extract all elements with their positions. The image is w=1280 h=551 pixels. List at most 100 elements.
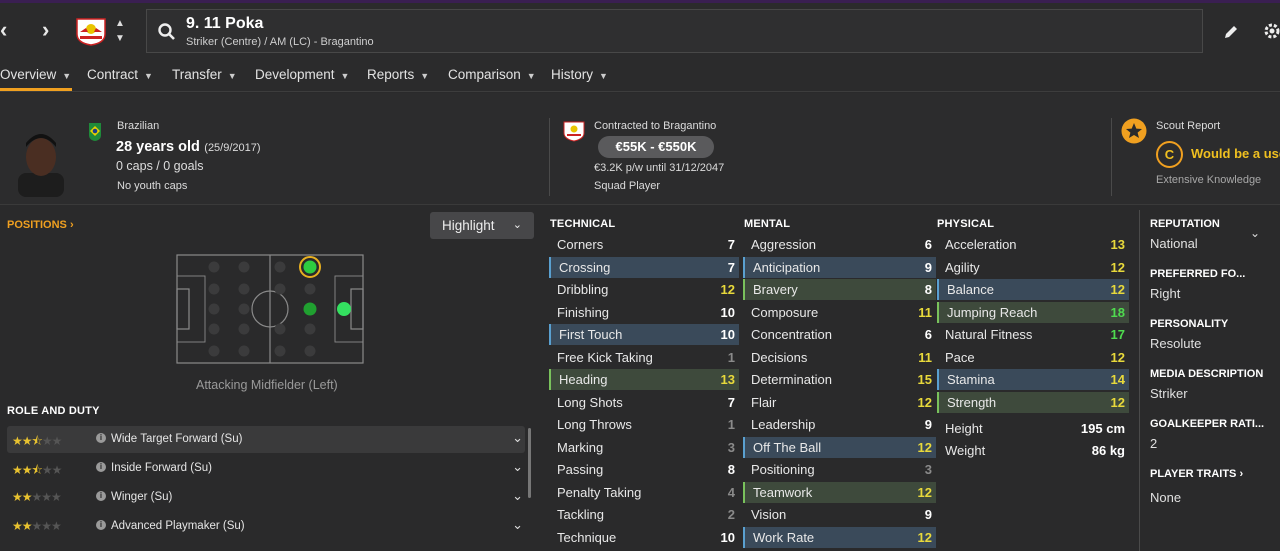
search-icon[interactable]: [157, 22, 177, 42]
attribute-row[interactable]: Free Kick Taking 1: [549, 347, 739, 368]
transfer-value-badge[interactable]: €55K - €550K: [598, 136, 714, 158]
attribute-row[interactable]: Passing 8: [549, 459, 739, 480]
role-label: Wide Target Forward (Su): [111, 433, 243, 445]
attribute-value: 8: [727, 462, 735, 477]
attribute-row[interactable]: Composure 11: [743, 302, 936, 323]
chevron-down-icon[interactable]: ▼: [115, 33, 125, 44]
chevron-down-icon[interactable]: ⌄: [1250, 226, 1260, 240]
chevron-up-icon[interactable]: ▲: [115, 18, 125, 29]
attribute-row[interactable]: Work Rate 12: [743, 526, 936, 548]
positions-link[interactable]: POSITIONS ›: [7, 219, 74, 231]
attribute-row[interactable]: Pace 12: [937, 347, 1129, 368]
attribute-row[interactable]: First Touch 10: [549, 324, 739, 345]
chevron-right-icon: ›: [69, 219, 74, 231]
attribute-name: Positioning: [751, 462, 815, 477]
attribute-row[interactable]: Heading 13: [549, 369, 739, 390]
attribute-row[interactable]: Marking 3: [549, 437, 739, 458]
player-age: 28 years old (25/9/2017): [116, 139, 261, 155]
tab-development[interactable]: Development ▼: [255, 67, 349, 82]
reputation-title: REPUTATION: [1150, 218, 1220, 230]
attribute-row[interactable]: Flair 12: [743, 392, 936, 413]
info-icon[interactable]: i: [96, 520, 106, 530]
attribute-row[interactable]: Stamina 14: [937, 369, 1129, 390]
info-icon[interactable]: i: [96, 462, 106, 472]
attribute-row[interactable]: Anticipation 9: [743, 256, 936, 278]
attribute-name: Teamwork: [753, 484, 813, 500]
tab-history[interactable]: History ▼: [551, 67, 608, 82]
personality-value: Resolute: [1150, 336, 1202, 351]
attribute-row[interactable]: Long Shots 7: [549, 392, 739, 413]
attribute-row[interactable]: Crossing 7: [549, 256, 739, 278]
attribute-row[interactable]: Positioning 3: [743, 459, 936, 480]
forward-arrow-icon[interactable]: ›: [42, 17, 49, 43]
attribute-row[interactable]: Determination 15: [743, 369, 936, 390]
goalkeeper-rating-value: 2: [1150, 436, 1158, 451]
player-traits-value: None: [1150, 490, 1182, 505]
highlight-dropdown[interactable]: Highlight ⌄: [430, 212, 534, 239]
attribute-row[interactable]: Penalty Taking 4: [549, 482, 739, 503]
attribute-row[interactable]: Agility 12: [937, 257, 1129, 278]
attribute-row[interactable]: Tackling 2: [549, 504, 739, 525]
height-row: Height 195 cm: [945, 421, 1125, 436]
role-row[interactable]: ★★⯪★★ i Inside Forward (Su) ⌄: [7, 455, 525, 482]
attribute-name: Free Kick Taking: [557, 349, 653, 365]
attribute-row[interactable]: Aggression 6: [743, 234, 936, 255]
attribute-row[interactable]: Decisions 11: [743, 347, 936, 368]
attribute-row[interactable]: Natural Fitness 17: [937, 324, 1129, 345]
attribute-row[interactable]: Dribbling 12: [549, 279, 739, 300]
attribute-row[interactable]: Corners 7: [549, 234, 739, 255]
scrollbar[interactable]: [528, 428, 531, 498]
attribute-value: 15: [917, 372, 932, 387]
chevron-down-icon[interactable]: ⌄: [512, 459, 523, 475]
chevron-down-icon[interactable]: ⌄: [512, 517, 523, 533]
top-bar: ‹ › ▲ ▼ 9. 11 Poka Striker (Centre) / AM…: [0, 0, 1280, 58]
attribute-row[interactable]: Strength 12: [937, 391, 1129, 413]
tab-contract[interactable]: Contract ▼: [87, 67, 153, 82]
attribute-name: Aggression: [751, 237, 817, 252]
attribute-row[interactable]: Leadership 9: [743, 414, 936, 435]
active-tab-indicator: [0, 88, 72, 91]
tab-overview[interactable]: Overview ▼: [0, 67, 71, 82]
attribute-row[interactable]: Finishing 10: [549, 302, 739, 323]
caps-goals: 0 caps / 0 goals: [116, 159, 204, 173]
attribute-value: 12: [917, 439, 932, 455]
role-row[interactable]: ★★★★★ i Advanced Playmaker (Su) ⌄: [7, 513, 525, 540]
attribute-row[interactable]: Off The Ball 12: [743, 436, 936, 458]
attribute-value: 10: [720, 327, 735, 342]
attribute-name: Balance: [947, 282, 994, 297]
attribute-row[interactable]: Technique 10: [549, 527, 739, 548]
tab-bar: Overview ▼ Contract ▼ Transfer ▼ Developmen…: [0, 58, 1280, 92]
attribute-row[interactable]: Vision 9: [743, 504, 936, 525]
attribute-value: 12: [917, 529, 932, 545]
tab-comparison[interactable]: Comparison ▼: [448, 67, 536, 82]
attribute-name: Concentration: [751, 327, 832, 342]
player-position-club: Striker (Centre) / AM (LC) - Bragantino: [186, 36, 374, 48]
attribute-row[interactable]: Acceleration 13: [937, 234, 1129, 255]
tab-reports[interactable]: Reports ▼: [367, 67, 429, 82]
info-icon[interactable]: i: [96, 433, 106, 443]
player-traits-link[interactable]: PLAYER TRAITS ›: [1150, 468, 1243, 480]
chevron-down-icon[interactable]: ⌄: [512, 488, 523, 504]
back-arrow-icon[interactable]: ‹: [0, 17, 7, 43]
attribute-row[interactable]: Balance 12: [937, 279, 1129, 300]
attribute-row[interactable]: Long Throws 1: [549, 414, 739, 435]
attribute-row[interactable]: Teamwork 12: [743, 481, 936, 503]
edit-icon[interactable]: [1222, 23, 1240, 41]
chevron-down-icon[interactable]: ⌄: [512, 430, 523, 446]
role-row[interactable]: ★★★★★ i Winger (Su) ⌄: [7, 484, 525, 511]
role-row[interactable]: ★★⯪★★ i Wide Target Forward (Su) ⌄: [7, 426, 525, 453]
info-icon[interactable]: i: [96, 491, 106, 501]
attribute-row[interactable]: Jumping Reach 18: [937, 301, 1129, 323]
attribute-value: 7: [727, 259, 735, 275]
attribute-row[interactable]: Bravery 8: [743, 279, 936, 300]
attribute-name: Passing: [557, 462, 604, 477]
weight-row: Weight 86 kg: [945, 443, 1125, 458]
attribute-name: Bravery: [753, 282, 798, 297]
attribute-name: Acceleration: [945, 237, 1017, 252]
tab-transfer[interactable]: Transfer ▼: [172, 67, 237, 82]
attribute-row[interactable]: Concentration 6: [743, 324, 936, 345]
nationality: Brazilian: [117, 120, 160, 132]
attribute-name: Natural Fitness: [945, 327, 1033, 342]
settings-icon[interactable]: [1262, 21, 1280, 41]
mental-title: MENTAL: [744, 218, 791, 230]
